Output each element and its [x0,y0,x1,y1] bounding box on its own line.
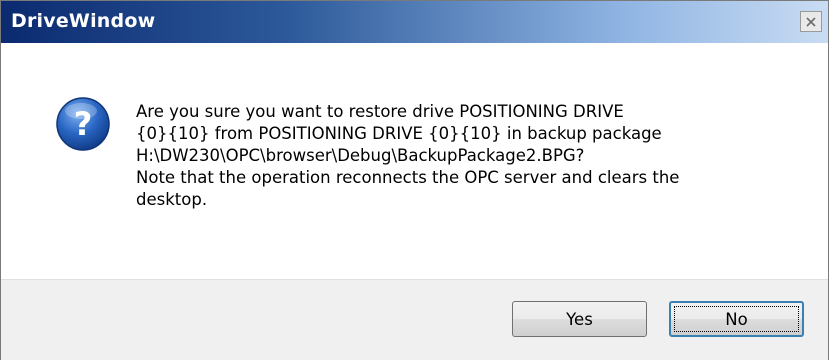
yes-button-label: Yes [566,309,593,329]
question-icon: ? [55,96,111,152]
dialog-message: Are you sure you want to restore drive P… [136,102,680,209]
dialog-content: ? Are you sure you want to restore drive… [1,43,828,279]
svg-text:?: ? [74,105,93,143]
button-bar: Yes No [1,279,828,360]
close-icon [805,16,817,28]
yes-button[interactable]: Yes [512,301,647,337]
dialog-title: DriveWindow [11,10,156,32]
no-button-label: No [725,309,748,329]
title-bar[interactable]: DriveWindow [1,1,828,43]
close-button[interactable] [800,11,822,32]
no-button[interactable]: No [669,301,804,337]
message-dialog: DriveWindow ? Are you sure you want to r… [0,0,829,360]
